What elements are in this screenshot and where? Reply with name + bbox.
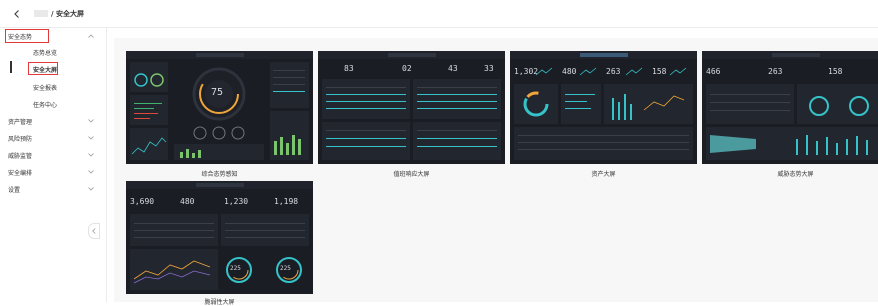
card-panel — [270, 111, 309, 160]
sidebar-item-label: 安全报表 — [33, 84, 58, 92]
card-panel — [604, 84, 693, 124]
card-panel — [797, 84, 878, 124]
card-panel — [174, 144, 264, 160]
screen-card-title: 综合态势感知 — [201, 171, 238, 178]
sidebar-item-label: 设置 — [8, 186, 21, 194]
card-header — [510, 51, 697, 59]
stat-value: 1,198 — [274, 197, 299, 206]
stat-value: 1,230 — [224, 197, 249, 206]
card-panel — [130, 128, 168, 160]
sidebar-item-label: 威胁监管 — [8, 152, 33, 160]
sidebar-item-posture-overview[interactable]: 态势总览 — [0, 44, 106, 60]
card-panel — [130, 95, 168, 125]
screen-card-threat-posture[interactable]: 466 263 158 — [702, 51, 878, 164]
gauge-value: 75 — [211, 87, 224, 98]
gauge-value: 225 — [280, 265, 291, 272]
sidebar-item-security-report[interactable]: 安全报表 — [0, 79, 106, 95]
stat-value: 158 — [828, 67, 843, 76]
screen-card-title: 资产大屏 — [591, 171, 616, 178]
sidebar-collapse-button[interactable] — [88, 223, 100, 239]
mini-donut-icon — [134, 73, 164, 87]
mini-bar-chart-icon — [612, 94, 685, 120]
chevron-down-icon — [88, 187, 94, 191]
sidebar-item-risk-prevention[interactable]: 风险预防 — [0, 130, 106, 146]
sidebar-item-label: 安全大屏 — [33, 66, 58, 74]
sidebar-item-label: 任务中心 — [33, 101, 58, 109]
screen-card-duty-response[interactable]: 83 02 43 33 — [318, 51, 505, 164]
card-panel — [706, 127, 878, 160]
stat-value: 02 — [402, 64, 412, 73]
screen-card-comprehensive-posture[interactable]: 75 — [126, 51, 313, 164]
card-panel — [270, 62, 309, 108]
sidebar-item-label: 风险预防 — [8, 135, 33, 143]
screen-card-title: 值班响应大屏 — [393, 171, 430, 178]
card-panel — [514, 127, 693, 160]
chevron-left-icon — [92, 228, 96, 234]
mini-line-chart-icon — [131, 137, 167, 155]
sidebar-item-label: 态势总览 — [33, 49, 58, 57]
stat-value: 43 — [448, 64, 458, 73]
card-panel — [221, 214, 309, 246]
donut-chart-icon — [809, 96, 869, 116]
sidebar-item-label: 安全态势 — [8, 33, 33, 41]
mini-bar-chart-icon — [180, 149, 201, 158]
chevron-down-icon — [88, 136, 94, 140]
mini-bar-chart-icon — [274, 135, 301, 155]
chevron-down-icon — [88, 153, 94, 157]
sidebar-item-label: 资产管理 — [8, 118, 33, 126]
breadcrumb-current: / 安全大屏 — [51, 9, 84, 18]
chevron-down-icon — [88, 119, 94, 123]
mini-gauges-icon — [193, 126, 245, 140]
breadcrumb-parent[interactable] — [34, 10, 48, 17]
screen-card-vulnerability[interactable]: 3,690 480 1,230 1,198 225 225 — [126, 181, 313, 294]
sidebar-item-security-orchestration[interactable]: 安全编排 — [0, 164, 106, 180]
card-header — [702, 51, 878, 59]
sidebar-item-label: 安全编排 — [8, 169, 33, 177]
screen-card-assets[interactable]: 1,302 480 263 158 — [510, 51, 697, 164]
card-panel — [514, 84, 558, 124]
chevron-down-icon — [88, 170, 94, 174]
sidebar: 安全态势 态势总览 安全大屏 安全报表 任务中心 资产管理 风险预防 威胁监管 … — [0, 28, 107, 302]
sidebar-item-threat-supervision[interactable]: 威胁监管 — [0, 147, 106, 163]
card-header — [318, 51, 505, 59]
sparkline-icon — [535, 67, 687, 76]
mini-line-chart-icon — [133, 260, 211, 284]
screen-gallery: 75 综合态势感知 83 02 43 33 值班响应大屏 1,302 480 2… — [114, 38, 878, 306]
card-panel — [130, 214, 218, 246]
sidebar-item-asset-management[interactable]: 资产管理 — [0, 113, 106, 129]
card-panel — [130, 249, 218, 290]
gauge-value: 225 — [230, 265, 241, 272]
donut-chart-icon — [523, 91, 549, 117]
top-bar: / 安全大屏 — [0, 0, 878, 28]
stat-value: 480 — [180, 197, 195, 206]
card-panel — [322, 79, 410, 119]
card-panel — [413, 122, 501, 160]
sidebar-item-security-posture[interactable]: 安全态势 — [0, 28, 106, 44]
chevron-up-icon — [88, 34, 94, 38]
stat-value: 466 — [706, 67, 721, 76]
stat-value: 33 — [484, 64, 494, 73]
sidebar-item-task-center[interactable]: 任务中心 — [0, 96, 106, 112]
card-panel — [561, 84, 601, 124]
card-header — [126, 181, 313, 189]
stat-value: 263 — [768, 67, 783, 76]
sidebar-item-security-screen[interactable]: 安全大屏 — [0, 61, 106, 77]
stat-value: 83 — [344, 64, 354, 73]
active-indicator — [10, 61, 12, 73]
card-panel — [413, 79, 501, 119]
back-button[interactable] — [10, 7, 24, 21]
card-panel — [706, 84, 794, 124]
sidebar-item-settings[interactable]: 设置 — [0, 181, 106, 197]
card-header — [126, 51, 313, 59]
funnel-chart-icon — [710, 135, 868, 155]
card-panel — [130, 62, 168, 92]
chevron-left-icon — [14, 9, 19, 18]
screen-card-title: 威胁态势大屏 — [777, 171, 814, 178]
card-panel — [322, 122, 410, 160]
stat-value: 3,690 — [130, 197, 155, 206]
